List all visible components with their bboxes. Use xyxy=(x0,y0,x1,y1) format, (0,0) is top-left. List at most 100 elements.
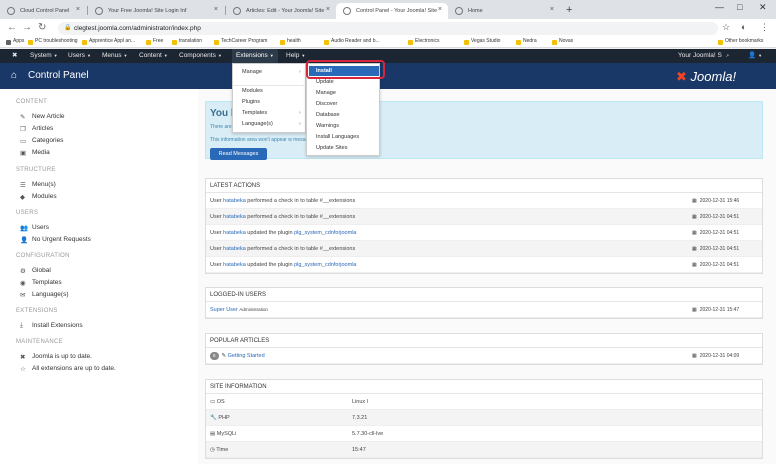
chevron-right-icon: › xyxy=(299,121,301,127)
joomla-menu-icon[interactable]: ✖ xyxy=(8,49,21,63)
menu-item-install-languages[interactable]: Install Languages xyxy=(316,134,359,140)
bookmark[interactable]: TechCareer Program xyxy=(214,38,267,45)
maximize-icon[interactable]: □ xyxy=(737,2,742,12)
browser-tab[interactable]: Home × xyxy=(448,3,560,19)
bookmark[interactable]: health xyxy=(280,38,301,45)
back-icon[interactable]: ← xyxy=(7,22,17,33)
bookmark[interactable]: PC troubleshooting xyxy=(28,38,78,45)
close-icon[interactable]: × xyxy=(326,6,330,13)
user-link[interactable]: hatabeka xyxy=(223,262,246,268)
stack-icon: ❐ xyxy=(20,126,26,133)
bookmark-apps[interactable]: Apps xyxy=(6,38,24,45)
menu-item-modules[interactable]: Modules xyxy=(242,88,263,94)
site-link[interactable]: Your Joomla! S ↗ xyxy=(678,49,729,63)
sidebar-item-global[interactable]: ⚙ Global xyxy=(20,267,51,275)
globe-icon xyxy=(7,7,15,15)
new-tab-button[interactable]: + xyxy=(566,4,572,16)
bookmark[interactable]: Nedra xyxy=(516,38,537,45)
sidebar-item-modules[interactable]: ◆ Modules xyxy=(20,193,57,201)
list-icon: ☰ xyxy=(20,182,26,189)
nav-system[interactable]: System ▼ xyxy=(26,49,62,63)
pencil-icon: ✎ xyxy=(20,114,26,121)
joomla-icon xyxy=(343,7,351,15)
user-icon: 👤 xyxy=(20,237,29,244)
table-row: 🔧 PHP 7.3.21 xyxy=(206,410,762,426)
user-link[interactable]: Super User xyxy=(210,307,238,313)
bookmark-other[interactable]: Other bookmarks xyxy=(718,38,763,45)
close-icon[interactable]: × xyxy=(438,6,442,13)
menu-item-manage[interactable]: Manage xyxy=(242,69,262,75)
caret-down-icon: ▼ xyxy=(163,53,168,58)
sidebar-item-templates[interactable]: ◉ Templates xyxy=(20,279,62,287)
bookmark[interactable]: Vegas Studio xyxy=(464,38,500,45)
close-window-icon[interactable]: ✕ xyxy=(759,2,767,13)
sidebar-heading: MAINTENANCE xyxy=(16,339,63,345)
bookmark[interactable]: Novas xyxy=(552,38,573,45)
bookmark[interactable]: Free xyxy=(146,38,163,45)
nav-extensions[interactable]: Extensions ▼ xyxy=(232,49,278,63)
browser-tab[interactable]: Articles: Edit - Your Joomla! Site × xyxy=(226,3,336,19)
menu-item-database[interactable]: Database xyxy=(316,112,340,118)
nav-components[interactable]: Components ▼ xyxy=(175,49,226,63)
bookmark[interactable]: Audio Reader and b... xyxy=(324,38,380,45)
menu-item-languages[interactable]: Language(s) xyxy=(242,121,273,127)
browser-tab[interactable]: Your Free Joomla! Site Login Inf × xyxy=(88,3,224,19)
caret-down-icon: ▼ xyxy=(217,53,222,58)
user-link[interactable]: hatabeka xyxy=(223,198,246,204)
article-link[interactable]: Getting Started xyxy=(228,353,265,359)
star-icon[interactable]: ☆ xyxy=(722,22,730,33)
user-link[interactable]: hatabeka xyxy=(223,214,246,220)
caret-down-icon: ▼ xyxy=(53,53,58,58)
menu-icon[interactable]: ⋮ xyxy=(760,22,769,33)
alert-text: This information area won't appear w mes… xyxy=(210,137,318,143)
plugin-link[interactable]: plg_system_cdnforjoomla xyxy=(294,230,356,236)
sidebar-item-new-article[interactable]: ✎ New Article xyxy=(20,113,65,121)
profile-icon[interactable]: ◐ xyxy=(741,22,746,32)
user-link[interactable]: hatabeka xyxy=(223,246,246,252)
sidebar-item-languages[interactable]: ✉ Language(s) xyxy=(20,291,69,299)
bookmark[interactable]: Apprentice Appl an... xyxy=(82,38,135,45)
bookmark[interactable]: Electronics xyxy=(408,38,439,45)
browser-tab[interactable]: Cloud Control Panel × xyxy=(0,3,86,19)
menu-item-manage[interactable]: Manage xyxy=(316,90,336,96)
user-link[interactable]: hatabeka xyxy=(223,230,246,236)
lock-icon: 🔒 xyxy=(64,25,72,31)
joomla-logo[interactable]: ✖ Joomla! xyxy=(676,69,736,85)
url-field[interactable]: 🔒 clegtest.joomla.com/administrator/index… xyxy=(58,22,718,35)
menu-item-warnings[interactable]: Warnings xyxy=(316,123,339,129)
nav-users[interactable]: Users ▼ xyxy=(64,49,95,63)
menu-item-plugins[interactable]: Plugins xyxy=(242,99,260,105)
nav-help[interactable]: Help ▼ xyxy=(282,49,309,63)
sidebar-item-categories[interactable]: ▭ Categories xyxy=(20,137,63,145)
sidebar: CONTENT ✎ New Article ❐ Articles ▭ Categori… xyxy=(0,89,198,464)
menu-item-discover[interactable]: Discover xyxy=(316,101,337,107)
sidebar-item-install-extensions[interactable]: ⤓ Install Extensions xyxy=(20,322,83,329)
nav-content[interactable]: Content ▼ xyxy=(135,49,172,63)
browser-tab-bar: Cloud Control Panel × Your Free Joomla! S… xyxy=(0,0,776,19)
comments-icon: ✉ xyxy=(20,292,26,299)
forward-icon[interactable]: → xyxy=(22,22,32,33)
sidebar-item-urgent-requests[interactable]: 👤 No Urgent Requests xyxy=(20,236,91,244)
nav-menus[interactable]: Menus ▼ xyxy=(98,49,131,63)
sidebar-item-menus[interactable]: ☰ Menu(s) xyxy=(20,181,56,189)
users-icon: 👥 xyxy=(20,225,29,232)
bookmark[interactable]: translation xyxy=(172,38,202,45)
close-icon[interactable]: × xyxy=(214,6,218,13)
sidebar-item-joomla-update[interactable]: ✖ Joomla is up to date. xyxy=(20,353,92,361)
minimize-icon[interactable]: — xyxy=(715,2,724,12)
read-messages-button[interactable]: Read Messages xyxy=(210,148,267,160)
menu-item-update[interactable]: Update xyxy=(316,79,334,85)
reload-icon[interactable]: ↻ xyxy=(38,22,46,33)
sidebar-item-users[interactable]: 👥 Users xyxy=(20,224,49,232)
browser-tab-active[interactable]: Control Panel - Your Joomla! Site × xyxy=(336,3,448,19)
sidebar-item-extensions-update[interactable]: ☆ All extensions are up to date. xyxy=(20,365,116,373)
sidebar-item-articles[interactable]: ❐ Articles xyxy=(20,125,53,133)
close-icon[interactable]: × xyxy=(550,6,554,13)
menu-item-templates[interactable]: Templates xyxy=(242,110,267,116)
plugin-link[interactable]: plg_system_cdnforjoomla xyxy=(294,262,356,268)
menu-item-update-sites[interactable]: Update Sites xyxy=(316,145,348,151)
sidebar-item-media[interactable]: ▣ Media xyxy=(20,149,50,157)
close-icon[interactable]: × xyxy=(76,6,80,13)
user-icon[interactable]: 👤 ▼ xyxy=(748,49,762,63)
page-header: ⌂ Control Panel ✖ Joomla! xyxy=(0,63,776,89)
